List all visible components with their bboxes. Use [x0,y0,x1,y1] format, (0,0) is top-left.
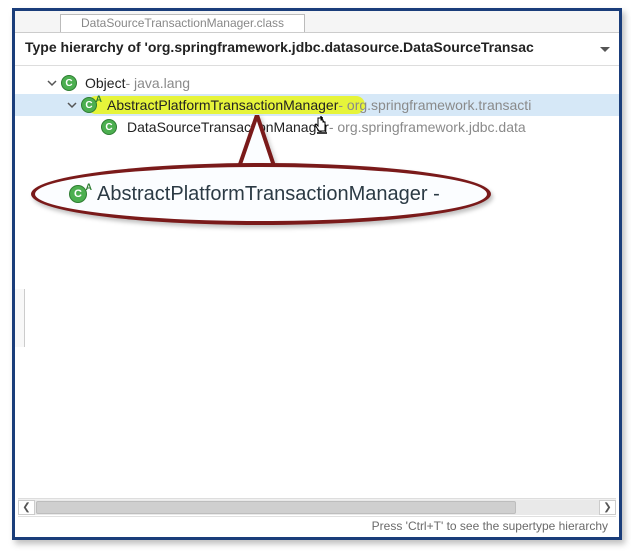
horizontal-scrollbar[interactable]: ❮ ❯ [18,498,616,515]
tree-node-abstract-platform-tm[interactable]: CA AbstractPlatformTransactionManager - … [15,94,619,116]
package-label: - java.lang [125,75,190,91]
hierarchy-header: Type hierarchy of 'org.springframework.j… [15,33,619,66]
mouse-pointer-icon [312,115,332,137]
class-name: Object [85,75,125,91]
editor-tab-datasource[interactable]: DataSourceTransactionManager.class [60,14,305,33]
ide-panel: DataSourceTransactionManager.class Type … [12,8,622,540]
abstract-class-icon: CA [69,185,87,203]
expand-toggle-icon[interactable] [45,76,59,90]
status-hint: Press 'Ctrl+T' to see the supertype hier… [372,519,608,533]
callout-text: AbstractPlatformTransactionManager - [97,183,440,206]
expand-toggle-icon[interactable] [65,98,79,112]
package-label: - org.springframework.transacti [338,97,531,113]
abstract-class-icon: CA [81,97,97,113]
class-icon: C [61,75,77,91]
scroll-track[interactable] [35,500,599,515]
cropped-side-artifact [15,289,25,347]
status-bar: Press 'Ctrl+T' to see the supertype hier… [18,516,616,534]
hierarchy-title: Type hierarchy of 'org.springframework.j… [25,39,611,55]
class-name: AbstractPlatformTransactionManager [107,97,338,113]
scroll-left-icon[interactable]: ❮ [18,500,35,515]
scroll-thumb[interactable] [36,501,516,514]
view-menu-icon[interactable] [597,41,613,57]
editor-tab-label: DataSourceTransactionManager.class [81,16,284,30]
tree-node-object[interactable]: C Object - java.lang [15,72,619,94]
scroll-right-icon[interactable]: ❯ [599,500,616,515]
editor-tab-strip: DataSourceTransactionManager.class [15,11,619,33]
annotation-callout: CA AbstractPlatformTransactionManager - [31,163,491,225]
class-icon: C [101,119,117,135]
package-label: - org.springframework.jdbc.data [329,119,526,135]
